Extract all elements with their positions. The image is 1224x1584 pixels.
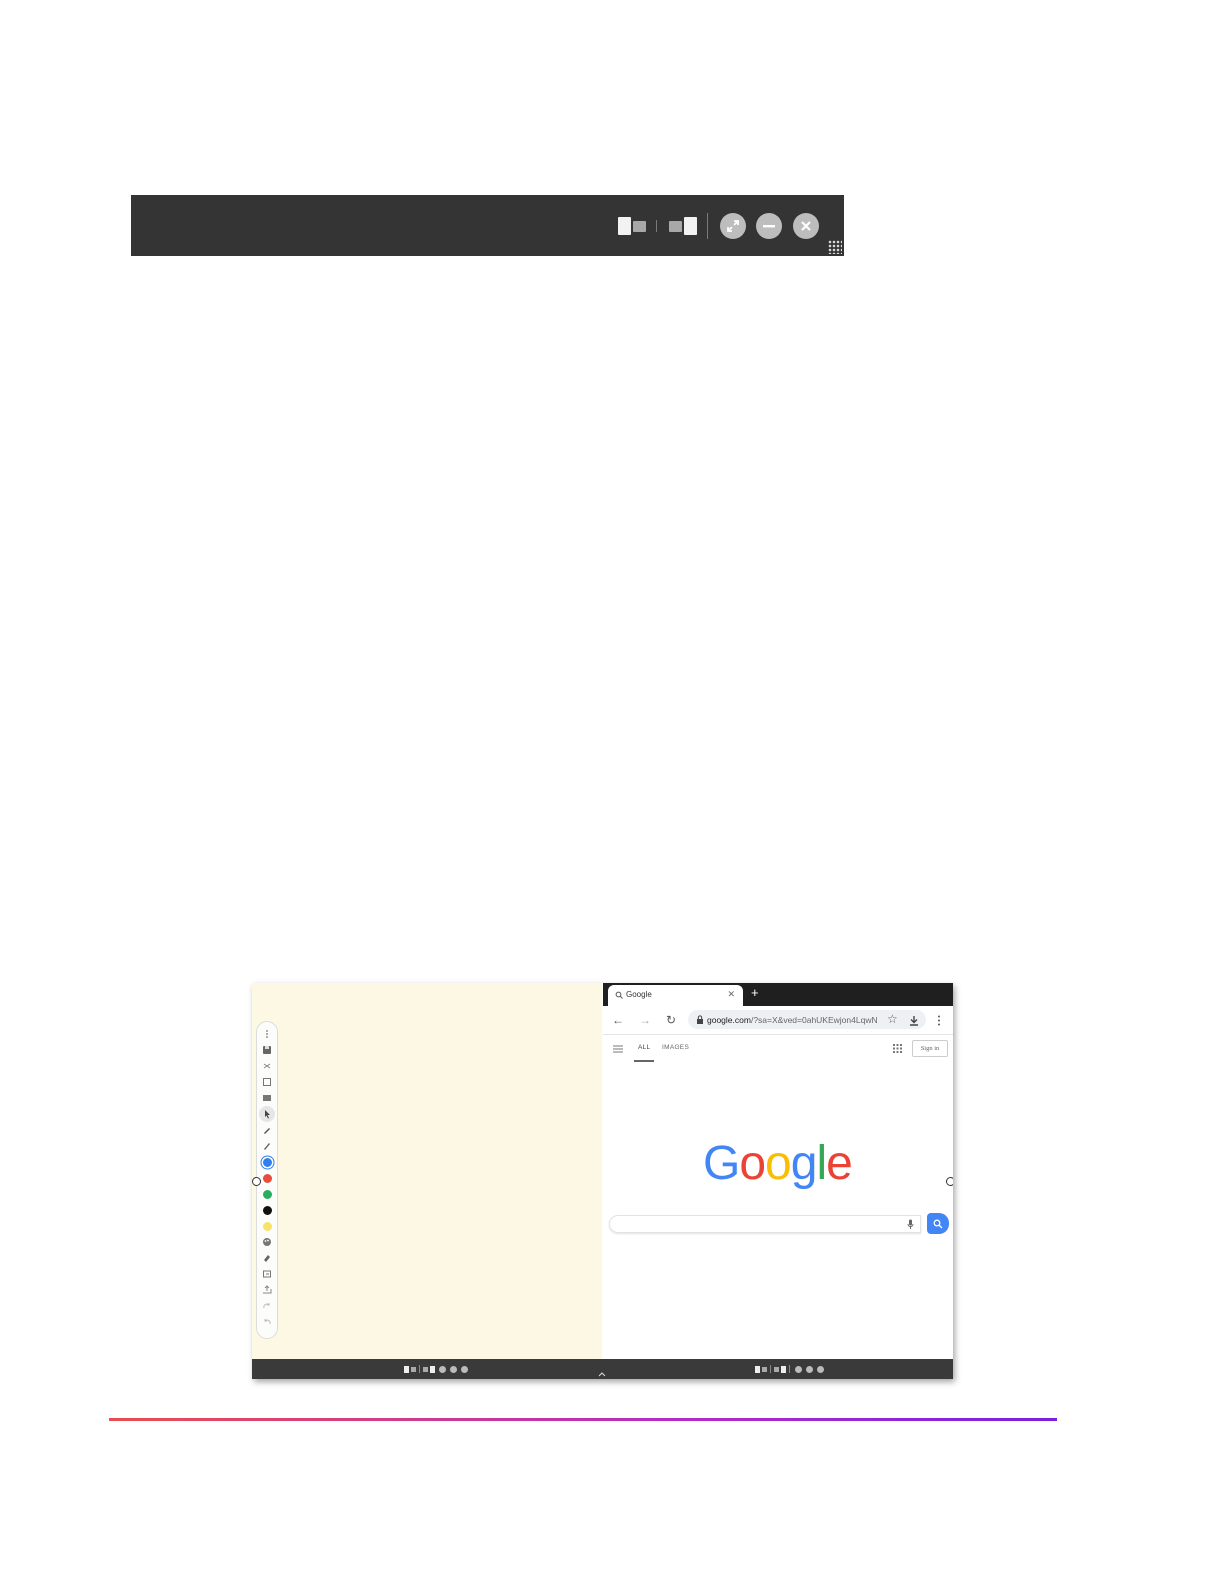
page-icon[interactable] — [259, 1074, 275, 1090]
close-button[interactable] — [792, 195, 820, 256]
save-icon[interactable] — [259, 1042, 275, 1058]
url-host: google.com — [707, 1015, 751, 1025]
browser-tab-strip: Google ✕ + — [603, 983, 953, 1006]
chevron-up-icon[interactable] — [598, 1371, 606, 1377]
window-title-bar — [131, 195, 844, 256]
bookmark-star-icon[interactable]: ☆ — [887, 1012, 898, 1026]
resize-grip-icon[interactable] — [828, 240, 842, 254]
tab-title: Google — [626, 990, 652, 999]
palette-icon[interactable] — [259, 1234, 275, 1250]
sign-in-button[interactable]: Sign in — [912, 1040, 948, 1057]
minimize-icon — [756, 212, 782, 239]
export-icon[interactable] — [259, 1282, 275, 1298]
right-window-controls[interactable] — [755, 1364, 824, 1374]
google-logo-letter: l — [816, 1137, 827, 1190]
google-logo-letter: e — [826, 1137, 853, 1190]
tab-all[interactable]: ALL — [638, 1044, 650, 1051]
expand-right-arrow-icon[interactable] — [946, 1177, 953, 1186]
google-logo-letter: g — [790, 1137, 818, 1190]
expand-icon — [720, 212, 746, 239]
close-icon — [793, 212, 819, 239]
new-tab-button[interactable]: + — [751, 985, 759, 1000]
hamburger-menu-icon[interactable] — [613, 1045, 623, 1053]
browser-toolbar: ← → ↻ google.com/?sa=X&ved=0ahUKEwjon4Lq… — [603, 1006, 953, 1035]
color-yellow-swatch[interactable] — [259, 1218, 275, 1234]
tab-images[interactable]: IMAGES — [662, 1044, 689, 1051]
pen-icon[interactable] — [259, 1122, 275, 1138]
download-icon[interactable] — [909, 1015, 919, 1026]
browser-menu-icon[interactable] — [937, 1015, 941, 1026]
select-icon[interactable] — [259, 1106, 275, 1122]
button-divider — [707, 213, 708, 239]
expand-button[interactable] — [719, 195, 747, 256]
expand-left-arrow-icon[interactable] — [252, 1177, 261, 1186]
split-screen-right-icon — [669, 216, 697, 235]
google-logo-letter: G — [703, 1137, 740, 1190]
split-right-button[interactable] — [668, 195, 698, 256]
brush-icon[interactable] — [259, 1138, 275, 1154]
button-divider — [656, 220, 657, 232]
color-red-swatch[interactable] — [259, 1170, 275, 1186]
google-logo-letter: o — [765, 1137, 792, 1190]
google-logo-letter: o — [739, 1137, 766, 1190]
google-logo: Google — [703, 1136, 853, 1191]
split-left-button[interactable] — [617, 195, 647, 256]
search-icon — [615, 991, 623, 999]
lock-icon — [697, 1015, 703, 1024]
tab-close-icon[interactable]: ✕ — [727, 989, 735, 1000]
eraser-icon[interactable] — [259, 1250, 275, 1266]
active-tab-underline — [634, 1060, 654, 1062]
more-icon[interactable] — [259, 1026, 275, 1042]
color-black-swatch[interactable] — [259, 1202, 275, 1218]
back-icon[interactable]: ← — [612, 1013, 624, 1027]
left-window-controls[interactable] — [404, 1364, 468, 1374]
forward-icon[interactable]: → — [639, 1013, 651, 1027]
page-divider-line — [109, 1418, 1057, 1421]
microphone-icon[interactable] — [907, 1219, 914, 1230]
redo-icon[interactable] — [259, 1298, 275, 1314]
browser-tab[interactable]: Google ✕ — [608, 985, 743, 1006]
undo-icon[interactable] — [259, 1314, 275, 1330]
color-green-swatch[interactable] — [259, 1186, 275, 1202]
google-nav: ALL IMAGES Sign in — [603, 1035, 953, 1063]
apps-grid-icon[interactable] — [893, 1044, 902, 1053]
search-icon — [933, 1219, 943, 1228]
split-screen-left-icon — [618, 216, 646, 235]
split-screen-screenshot: Google ✕ + ← → ↻ google.com/?sa=X&ved=0a… — [252, 983, 953, 1379]
minimize-button[interactable] — [755, 195, 783, 256]
whiteboard-canvas[interactable] — [252, 983, 602, 1359]
browser-window: Google ✕ + ← → ↻ google.com/?sa=X&ved=0a… — [603, 983, 953, 1359]
collapse-icon[interactable] — [259, 1058, 275, 1074]
clear-icon[interactable] — [259, 1266, 275, 1282]
google-search-input[interactable] — [609, 1215, 921, 1233]
color-blue-swatch[interactable] — [259, 1154, 275, 1170]
reload-icon[interactable]: ↻ — [666, 1013, 676, 1027]
image-icon[interactable] — [259, 1090, 275, 1106]
url-path: /?sa=X&ved=0ahUKEwjon4LqwN — [750, 1015, 878, 1025]
google-search-button[interactable] — [927, 1213, 949, 1234]
split-screen-taskbar — [252, 1359, 953, 1379]
